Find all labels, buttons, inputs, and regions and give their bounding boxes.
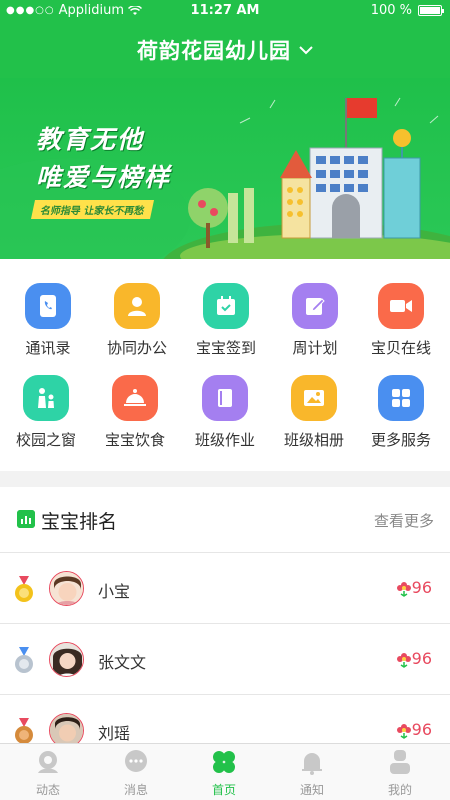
menu-item-office[interactable]: 协同办公 bbox=[92, 283, 182, 358]
parent-child-icon bbox=[23, 375, 69, 421]
menu-item-label: 协同办公 bbox=[106, 339, 167, 357]
function-menu: 通讯录 协同办公 宝宝签到 周计划 宝贝在线 校园之窗 宝宝饮食 班级作业 班级… bbox=[0, 259, 450, 471]
calendar-check-icon bbox=[203, 283, 249, 329]
menu-item-checkin[interactable]: 宝宝签到 bbox=[181, 283, 271, 358]
battery-percent: 100 % bbox=[370, 3, 412, 18]
tab-label: 首页 bbox=[211, 783, 236, 797]
contacts-icon bbox=[25, 283, 71, 329]
school-selector[interactable]: 荷韵花园幼儿园 bbox=[0, 22, 450, 78]
baby-name: 张文文 bbox=[98, 653, 147, 672]
ranking-row[interactable]: 刘瑶 96 bbox=[0, 696, 450, 743]
baby-name: 小宝 bbox=[98, 582, 131, 601]
bar-chart-icon bbox=[17, 510, 35, 528]
banner-slogan-line2: 唯爱与榜样 bbox=[36, 163, 172, 192]
promo-banner[interactable]: 教育无他 唯爱与榜样 名师指导 让家长不再愁 bbox=[0, 78, 450, 259]
menu-item-contacts[interactable]: 通讯录 bbox=[3, 283, 93, 358]
tab-profile[interactable]: 我的 bbox=[355, 744, 445, 800]
score-value: 96 bbox=[411, 649, 432, 668]
score-value: 96 bbox=[411, 720, 432, 739]
battery-icon bbox=[418, 5, 444, 16]
silver-medal-icon bbox=[15, 647, 33, 673]
banner-slogan-line1: 教育无他 bbox=[36, 125, 145, 154]
banner-tagline: 名师指导 让家长不再愁 bbox=[30, 200, 155, 219]
flower-icon bbox=[397, 724, 411, 739]
menu-item-baby-food[interactable]: 宝宝饮食 bbox=[90, 375, 180, 450]
menu-item-weekly-plan[interactable]: 周计划 bbox=[270, 283, 360, 358]
food-cloche-icon bbox=[112, 375, 158, 421]
message-icon bbox=[125, 750, 147, 772]
menu-item-label: 周计划 bbox=[292, 339, 338, 357]
photo-album-icon bbox=[291, 375, 337, 421]
clover-home-icon bbox=[213, 751, 235, 773]
menu-item-label: 宝贝在线 bbox=[370, 339, 431, 357]
menu-item-label: 宝宝饮食 bbox=[104, 431, 165, 449]
ranking-row[interactable]: 小宝 96 bbox=[0, 554, 450, 624]
ranking-row[interactable]: 张文文 96 bbox=[0, 625, 450, 695]
menu-item-homework[interactable]: 班级作业 bbox=[180, 375, 270, 450]
menu-item-baby-online[interactable]: 宝贝在线 bbox=[356, 283, 446, 358]
book-icon bbox=[202, 375, 248, 421]
ranking-title: 宝宝排名 bbox=[41, 511, 118, 533]
profile-icon bbox=[390, 750, 410, 774]
menu-item-campus-window[interactable]: 校园之窗 bbox=[1, 375, 91, 450]
menu-item-label: 更多服务 bbox=[370, 431, 431, 449]
tab-notifications[interactable]: 通知 bbox=[267, 744, 357, 800]
avatar bbox=[49, 713, 84, 743]
score-value: 96 bbox=[411, 578, 432, 597]
tab-label: 通知 bbox=[299, 783, 324, 797]
baby-ranking-section: 宝宝排名 查看更多 小宝 96 张文文 96 刘瑶 96 bbox=[0, 487, 450, 743]
menu-item-label: 校园之窗 bbox=[15, 431, 76, 449]
avatar bbox=[49, 642, 84, 677]
view-more-link[interactable]: 查看更多 bbox=[374, 510, 434, 531]
edit-plan-icon bbox=[292, 283, 338, 329]
status-bar: ●●●○○ Applidium 11:27 AM 100 % bbox=[0, 0, 450, 22]
video-camera-icon bbox=[378, 283, 424, 329]
menu-item-label: 班级作业 bbox=[194, 431, 255, 449]
tab-label: 消息 bbox=[123, 783, 148, 797]
grid-more-icon bbox=[378, 375, 424, 421]
bell-icon bbox=[302, 753, 322, 775]
menu-item-more-services[interactable]: 更多服务 bbox=[356, 375, 446, 450]
school-name: 荷韵花园幼儿园 bbox=[137, 39, 291, 63]
bottom-tab-bar: 动态 消息 首页 通知 我的 bbox=[0, 743, 450, 800]
baby-name: 刘瑶 bbox=[98, 724, 131, 743]
avatar bbox=[49, 571, 84, 606]
flower-icon bbox=[397, 582, 411, 597]
menu-item-label: 班级相册 bbox=[283, 431, 344, 449]
menu-item-label: 通讯录 bbox=[25, 339, 71, 357]
office-person-icon bbox=[114, 283, 160, 329]
menu-item-label: 宝宝签到 bbox=[195, 339, 256, 357]
flower-icon bbox=[397, 653, 411, 668]
chevron-down-icon bbox=[299, 45, 313, 54]
status-right: 100 % bbox=[370, 3, 444, 18]
tab-label: 动态 bbox=[35, 783, 60, 797]
tab-dynamic[interactable]: 动态 bbox=[3, 744, 93, 800]
dynamic-icon bbox=[38, 751, 58, 773]
gold-medal-icon bbox=[15, 576, 33, 602]
bronze-medal-icon bbox=[15, 718, 33, 743]
tab-label: 我的 bbox=[387, 783, 412, 797]
menu-item-class-album[interactable]: 班级相册 bbox=[269, 375, 359, 450]
tab-messages[interactable]: 消息 bbox=[91, 744, 181, 800]
tab-home[interactable]: 首页 bbox=[179, 744, 269, 800]
ranking-header: 宝宝排名 查看更多 bbox=[0, 487, 450, 553]
